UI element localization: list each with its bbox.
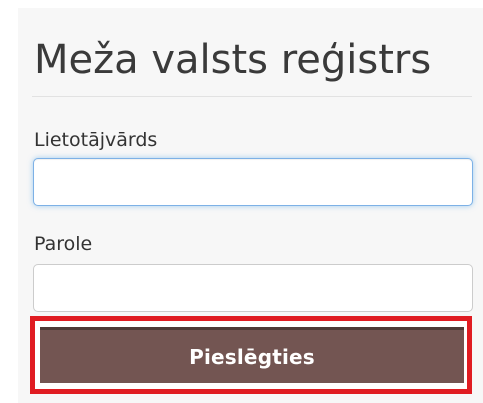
login-button[interactable]: Pieslēgties [40, 327, 464, 383]
title-divider [32, 96, 472, 97]
username-input[interactable] [33, 158, 473, 206]
username-label: Lietotājvārds [34, 129, 158, 151]
password-input[interactable] [33, 264, 473, 312]
password-label: Parole [34, 233, 93, 255]
page-title: Meža valsts reģistrs [34, 37, 432, 83]
login-page: Meža valsts reģistrs Lietotājvārds Parol… [0, 0, 483, 403]
